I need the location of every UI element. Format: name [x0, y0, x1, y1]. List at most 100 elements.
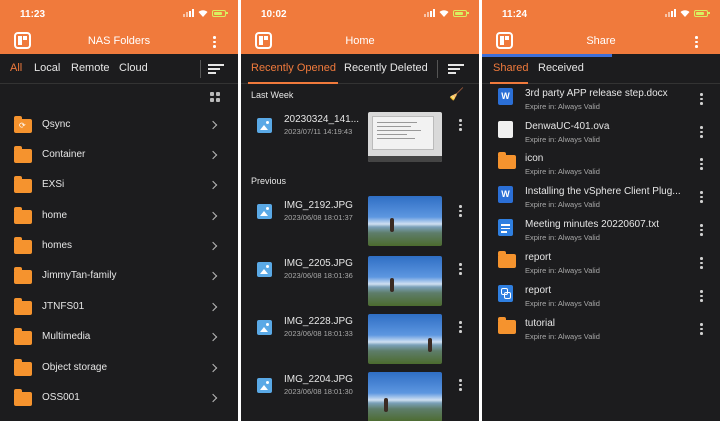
- app-menu-icon[interactable]: [255, 32, 272, 49]
- shared-item-row[interactable]: report Expire in: Always Valid: [482, 249, 720, 282]
- header-bar: 10:02 Home: [241, 0, 479, 54]
- folder-row[interactable]: EXSi: [0, 171, 238, 201]
- app-menu-icon[interactable]: [496, 32, 513, 49]
- folder-row[interactable]: Object storage: [0, 354, 238, 384]
- expire-label: Expire in: Always Valid: [525, 233, 600, 242]
- status-icons: [665, 9, 710, 17]
- folder-name: Qsync: [42, 119, 71, 130]
- folder-icon: [14, 328, 32, 345]
- shared-item-name: report: [525, 285, 552, 296]
- folder-row[interactable]: JTNFS01: [0, 293, 238, 323]
- more-options-icon[interactable]: [207, 35, 221, 49]
- folder-name: home: [42, 210, 68, 221]
- tab-recently-opened[interactable]: Recently Opened: [251, 62, 336, 74]
- shared-item-row[interactable]: W Installing the vSphere Client Plug... …: [482, 183, 720, 216]
- shared-item-row[interactable]: icon Expire in: Always Valid: [482, 150, 720, 183]
- sort-icon[interactable]: [448, 62, 464, 76]
- image-file-icon: [257, 118, 272, 133]
- folder-row[interactable]: Container: [0, 141, 238, 171]
- more-options-icon[interactable]: [694, 190, 708, 204]
- file-thumbnail: [368, 112, 442, 162]
- more-options-icon[interactable]: [453, 262, 467, 276]
- expire-label: Expire in: Always Valid: [525, 266, 600, 275]
- shared-item-row[interactable]: report Expire in: Always Valid: [482, 282, 720, 315]
- status-time: 11:24: [502, 9, 528, 20]
- shared-item-name: report: [525, 252, 552, 263]
- chevron-right-icon: [208, 120, 218, 130]
- folder-name: OSS001: [42, 392, 80, 403]
- grid-view-icon[interactable]: [210, 92, 220, 102]
- folder-row[interactable]: JimmyTan-family: [0, 262, 238, 292]
- file-thumbnail: [368, 372, 442, 421]
- tab-all[interactable]: All: [10, 62, 22, 74]
- chevron-right-icon: [208, 363, 218, 373]
- active-tab-indicator: [248, 82, 338, 84]
- more-options-icon[interactable]: [689, 35, 703, 49]
- expire-label: Expire in: Always Valid: [525, 135, 600, 144]
- shared-item-name: icon: [525, 153, 544, 164]
- chevron-right-icon: [208, 180, 218, 190]
- tab-cloud[interactable]: Cloud: [119, 62, 148, 74]
- file-date: 2023/06/08 18:01:37: [284, 213, 353, 222]
- file-thumbnail: [368, 314, 442, 364]
- shared-item-row[interactable]: DenwaUC-401.ova Expire in: Always Valid: [482, 118, 720, 151]
- more-options-icon[interactable]: [453, 378, 467, 392]
- clear-history-icon[interactable]: 🧹: [449, 87, 464, 101]
- folder-name: Multimedia: [42, 331, 91, 342]
- shared-item-row[interactable]: W 3rd party APP release step.docx Expire…: [482, 85, 720, 118]
- file-name: IMG_2192.JPG: [284, 200, 353, 211]
- tab-local[interactable]: Local: [34, 62, 60, 74]
- tab-recently-deleted[interactable]: Recently Deleted: [344, 62, 428, 74]
- tab-shared[interactable]: Shared: [493, 62, 528, 74]
- more-options-icon[interactable]: [694, 289, 708, 303]
- recent-file-row[interactable]: IMG_2204.JPG 2023/06/08 18:01:30: [241, 372, 479, 421]
- recent-file-row[interactable]: 20230324_141... 2023/07/11 14:19:43: [241, 110, 479, 166]
- recent-file-row[interactable]: IMG_2192.JPG 2023/06/08 18:01:37: [241, 196, 479, 252]
- folder-row-qsync[interactable]: ⟳ Qsync: [0, 111, 238, 141]
- folder-name: JTNFS01: [42, 301, 85, 312]
- status-icons: [424, 9, 469, 17]
- more-options-icon[interactable]: [694, 256, 708, 270]
- more-options-icon[interactable]: [453, 118, 467, 132]
- more-options-icon[interactable]: [694, 322, 708, 336]
- shared-item-row[interactable]: tutorial Expire in: Always Valid: [482, 315, 720, 348]
- folder-name: Container: [42, 149, 86, 160]
- tab-received[interactable]: Received: [538, 62, 584, 74]
- shared-item-row[interactable]: Meeting minutes 20220607.txt Expire in: …: [482, 216, 720, 249]
- shared-item-name: DenwaUC-401.ova: [525, 121, 610, 132]
- file-date: 2023/06/08 18:01:33: [284, 329, 353, 338]
- sort-icon[interactable]: [208, 62, 224, 76]
- folder-icon: [14, 267, 32, 284]
- folder-row[interactable]: homes: [0, 232, 238, 262]
- recent-file-row[interactable]: IMG_2205.JPG 2023/06/08 18:01:36: [241, 256, 479, 312]
- folder-icon: [14, 359, 32, 376]
- tab-bar: Shared Received: [482, 54, 720, 84]
- shared-item-name: Meeting minutes 20220607.txt: [525, 219, 659, 230]
- more-options-icon[interactable]: [694, 125, 708, 139]
- folder-icon: [14, 146, 32, 163]
- more-options-icon[interactable]: [694, 223, 708, 237]
- chevron-right-icon: [208, 241, 218, 251]
- header-bar: 11:24 Share: [482, 0, 720, 54]
- folder-row[interactable]: Multimedia: [0, 323, 238, 353]
- recent-file-row[interactable]: IMG_2228.JPG 2023/06/08 18:01:33: [241, 314, 479, 370]
- link-icon: [498, 285, 513, 302]
- file-name: 20230324_141...: [284, 114, 360, 125]
- more-options-icon[interactable]: [694, 92, 708, 106]
- more-options-icon[interactable]: [453, 204, 467, 218]
- chevron-right-icon: [208, 332, 218, 342]
- status-icons: [183, 9, 228, 17]
- folder-row[interactable]: OSS001: [0, 384, 238, 414]
- section-label-last-week: Last Week: [251, 90, 294, 100]
- tab-bar: All Local Remote Cloud: [0, 54, 238, 84]
- folder-name: Object storage: [42, 362, 108, 373]
- file-name: IMG_2205.JPG: [284, 258, 353, 269]
- battery-icon: [212, 9, 228, 17]
- expire-label: Expire in: Always Valid: [525, 167, 600, 176]
- chevron-right-icon: [208, 211, 218, 221]
- more-options-icon[interactable]: [453, 320, 467, 334]
- folder-row[interactable]: home: [0, 202, 238, 232]
- app-menu-icon[interactable]: [14, 32, 31, 49]
- tab-remote[interactable]: Remote: [71, 62, 110, 74]
- more-options-icon[interactable]: [694, 157, 708, 171]
